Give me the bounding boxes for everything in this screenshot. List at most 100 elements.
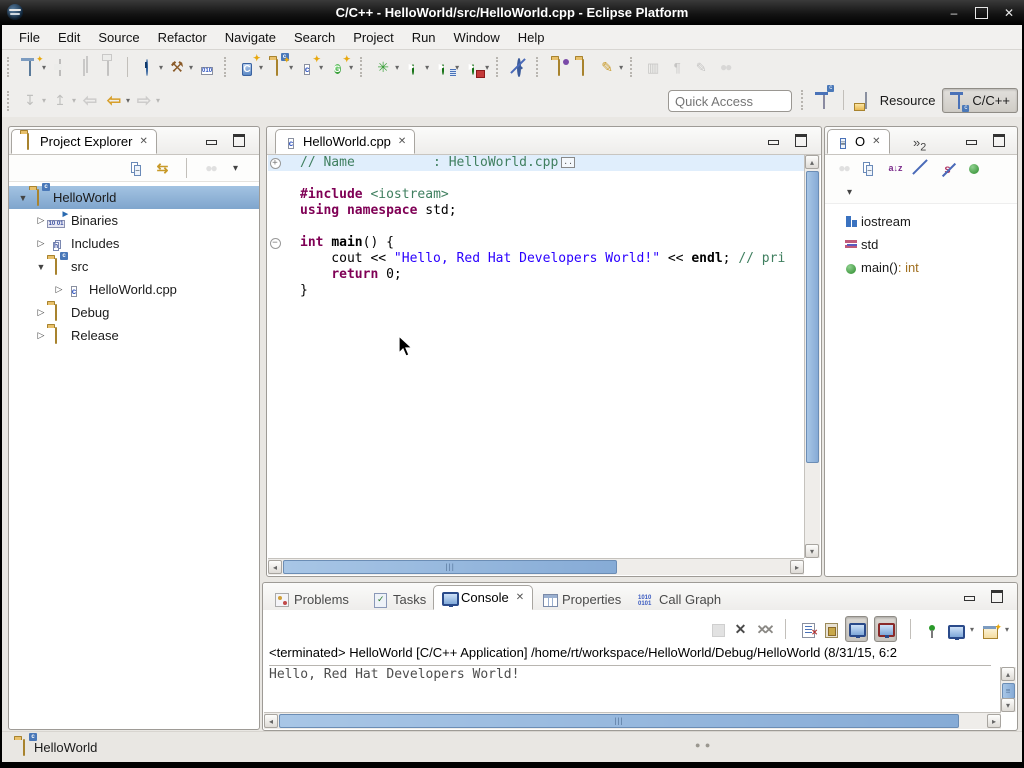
run-dropdown[interactable]: ▾ [425,63,429,72]
close-window-button[interactable]: ✕ [1002,6,1016,20]
tab-helloworld-cpp[interactable]: c HelloWorld.cpp ✕ [275,129,415,154]
build-all-button[interactable]: ⚒ [166,55,188,79]
console-horizontal-scrollbar[interactable]: ◂ ||| ▸ [264,712,1001,729]
toggle-mark-occurrences-button[interactable] [508,55,530,79]
tab-outline[interactable]: ≡ O ✕ [827,129,890,154]
tab-tasks[interactable]: Tasks [366,587,434,612]
debug-button[interactable]: ✳ [372,55,394,79]
minimize-editor-button[interactable] [768,140,779,145]
maximize-editor-button[interactable] [795,134,807,147]
perspective-cpp[interactable]: C/C++ [942,88,1018,113]
open-console-icon[interactable] [983,626,998,639]
binary-view-button[interactable]: 010 [196,55,218,79]
tab-console[interactable]: Console ✕ [433,585,533,610]
gprof-button[interactable]: G [326,55,348,79]
tree-item-debug[interactable]: ▷ Debug [9,301,259,324]
run-external-dropdown[interactable]: ▾ [485,63,489,72]
scroll-thumb[interactable]: ||| [279,714,959,728]
tree-item-helloworld-cpp[interactable]: ▷ c HelloWorld.cpp [9,278,259,301]
menu-refactor[interactable]: Refactor [149,27,216,48]
fold-collapse-icon[interactable]: − [270,238,281,249]
scroll-down-icon[interactable]: ▾ [805,544,819,558]
menu-project[interactable]: Project [344,27,402,48]
tree-item-binaries[interactable]: ▷ 10 01 Binaries [9,209,259,232]
open-console-dropdown[interactable]: ▾ [1005,625,1009,634]
marker-dropdown[interactable]: ▾ [619,63,623,72]
expander-icon[interactable]: ▼ [17,193,29,203]
back-button[interactable]: ⇦ [103,89,125,113]
editor-body[interactable]: +// Name : HelloWorld.cpp..#include <ios… [268,155,820,575]
tree-item-includes[interactable]: ▷ h Includes [9,232,259,255]
scroll-left-icon[interactable]: ◂ [264,714,278,728]
new-wizard-button[interactable] [19,55,41,79]
scroll-right-icon[interactable]: ▸ [987,714,1001,728]
expander-icon[interactable]: ▷ [53,284,65,295]
hide-static-icon[interactable]: S [942,162,954,179]
display-console-icon[interactable] [948,625,965,639]
open-element-button[interactable] [548,55,570,79]
close-console-icon[interactable]: ✕ [516,592,524,603]
sash-handle[interactable]: ● ● [695,740,711,750]
outline-item-main[interactable]: main() : int [825,256,1017,279]
menu-file[interactable]: File [10,27,49,48]
menu-navigate[interactable]: Navigate [216,27,285,48]
pin-console-icon[interactable] [929,625,935,631]
scroll-left-icon[interactable]: ◂ [268,560,282,574]
menu-help[interactable]: Help [509,27,554,48]
new-c-project-button[interactable]: c [266,55,288,79]
toggle-mark-button[interactable]: ✎ [596,55,618,79]
expander-icon[interactable]: ▷ [35,215,47,226]
open-perspective-button[interactable] [813,88,835,112]
minimize-view-button[interactable] [206,140,217,145]
minimize-window-button[interactable]: – [947,6,961,20]
folded-region-box[interactable]: .. [561,157,575,168]
new-c-file-button[interactable]: c [296,55,318,79]
tab-problems[interactable]: Problems [267,587,357,612]
run-external-tools-button[interactable] [462,55,484,79]
scroll-lock-icon[interactable] [825,623,838,638]
scroll-thumb[interactable] [806,171,819,463]
fold-expand-icon[interactable]: + [270,158,281,169]
scroll-thumb[interactable]: ≡ [1002,683,1015,699]
outline-item-std[interactable]: std [825,233,1017,256]
run-history-button[interactable] [432,55,454,79]
tab-project-explorer[interactable]: Project Explorer ✕ [11,129,157,154]
editor-horizontal-scrollbar[interactable]: ◂ ||| ▸ [268,558,804,575]
hide-non-public-icon[interactable] [969,164,979,174]
close-project-explorer-icon[interactable]: ✕ [139,136,147,147]
show-console-stdout-toggle[interactable] [845,616,868,642]
minimize-console-button[interactable] [964,596,975,601]
perspective-resource[interactable]: Resource [851,89,943,112]
show-console-stderr-toggle[interactable] [874,616,897,642]
tab-call-graph[interactable]: 1010 0101 Call Graph [630,587,729,612]
run-history-dropdown[interactable]: ▾ [455,63,459,72]
menu-run[interactable]: Run [403,27,445,48]
expander-icon[interactable]: ▼ [35,262,47,272]
tree-item-helloworld[interactable]: ▼ c HelloWorld [9,186,259,209]
maximize-console-button[interactable] [991,590,1003,603]
new-c-class-button[interactable]: C [236,55,258,79]
collapse-all-icon[interactable]: − [134,165,141,176]
maximize-outline-button[interactable] [993,134,1005,147]
outline-item-iostream[interactable]: iostream [825,210,1017,233]
tree-item-release[interactable]: ▷ Release [9,324,259,347]
expander-icon[interactable]: ▷ [35,238,47,249]
view-menu-icon[interactable]: ▾ [841,184,858,201]
scroll-thumb[interactable]: ||| [283,560,617,574]
link-with-editor-icon[interactable]: ⇆ [154,160,171,177]
sort-icon[interactable]: a↓z [887,160,904,177]
maximize-window-button[interactable] [975,7,988,19]
timer-button[interactable] [136,55,158,79]
debug-dropdown[interactable]: ▾ [395,63,399,72]
clear-console-icon[interactable] [802,623,815,638]
back-dropdown[interactable]: ▾ [126,96,130,105]
run-button[interactable] [402,55,424,79]
more-views-indicator[interactable]: »2 [913,135,926,154]
remove-launch-icon[interactable]: ✕ [732,621,749,638]
menu-source[interactable]: Source [89,27,148,48]
expander-icon[interactable]: ▷ [35,307,47,318]
scroll-up-icon[interactable]: ▴ [1001,667,1015,681]
view-menu-icon[interactable]: ▾ [227,160,244,177]
expander-icon[interactable]: ▷ [35,330,47,341]
maximize-view-button[interactable] [233,134,245,147]
